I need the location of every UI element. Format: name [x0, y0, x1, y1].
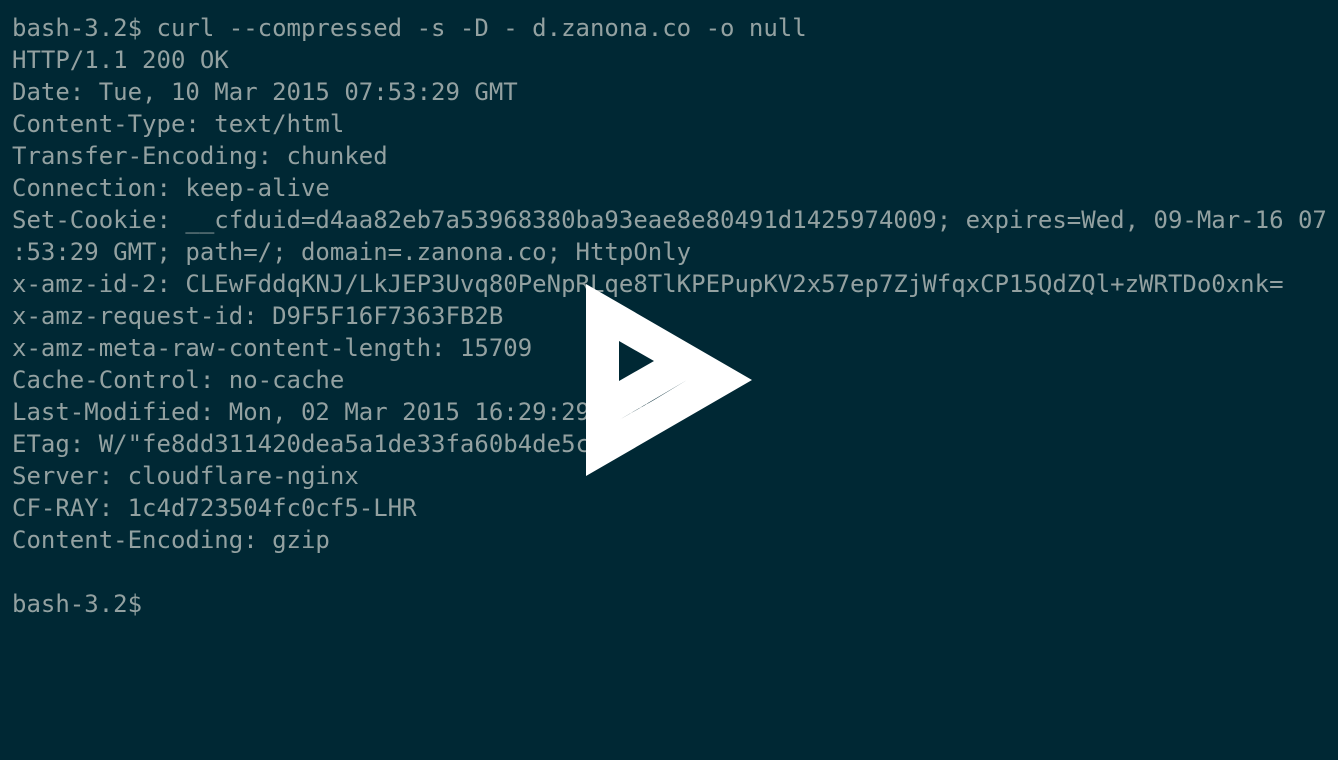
terminal-line-content-encoding: Content-Encoding: gzip	[12, 526, 330, 554]
terminal-line-set-cookie: Set-Cookie: __cfduid=d4aa82eb7a53968380b…	[12, 206, 1326, 234]
terminal-line-date: Date: Tue, 10 Mar 2015 07:53:29 GMT	[12, 78, 518, 106]
terminal-line-connection: Connection: keep-alive	[12, 174, 330, 202]
terminal-line-status: HTTP/1.1 200 OK	[12, 46, 229, 74]
play-button[interactable]	[586, 284, 752, 476]
terminal-line-transfer-encoding: Transfer-Encoding: chunked	[12, 142, 388, 170]
terminal-line-prompt: bash-3.2$	[12, 590, 143, 618]
terminal-line-command: bash-3.2$ curl --compressed -s -D - d.za…	[12, 14, 807, 42]
terminal-line-content-type: Content-Type: text/html	[12, 110, 345, 138]
play-icon	[586, 284, 752, 476]
terminal-window: bash-3.2$ curl --compressed -s -D - d.za…	[0, 0, 1338, 760]
terminal-line-cf-ray: CF-RAY: 1c4d723504fc0cf5-LHR	[12, 494, 417, 522]
terminal-line-set-cookie-cont: :53:29 GMT; path=/; domain=.zanona.co; H…	[12, 238, 692, 266]
